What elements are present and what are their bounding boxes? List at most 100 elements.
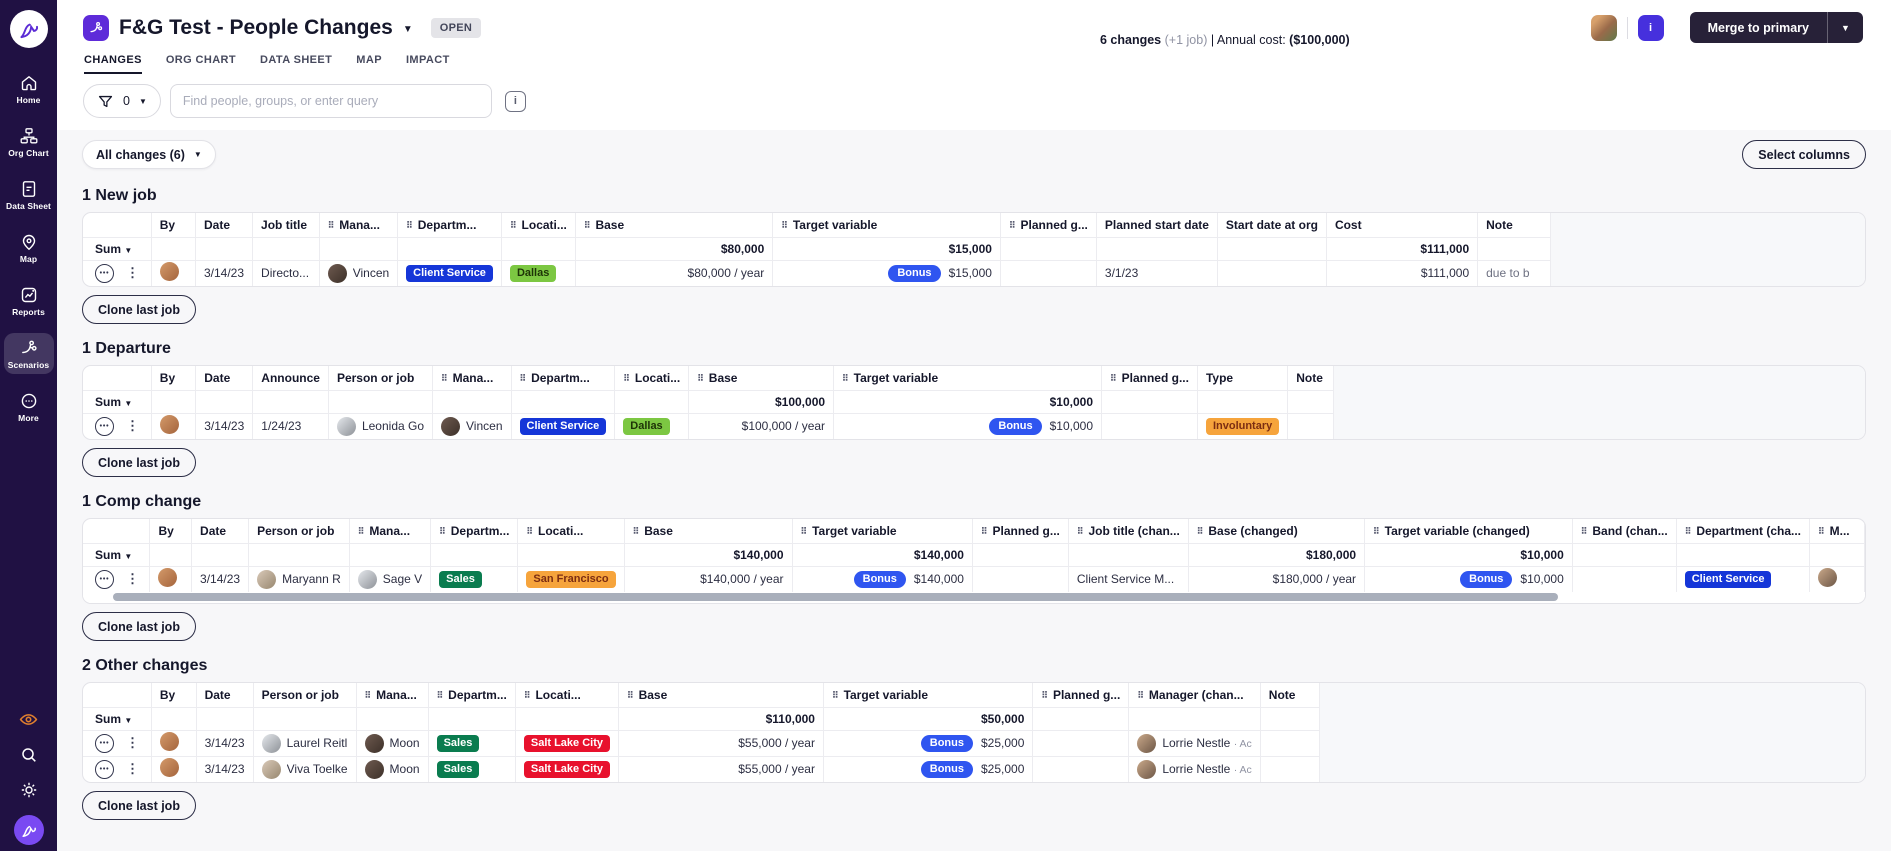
column-date[interactable]: Date [195, 213, 252, 237]
column-person[interactable]: Person or job [328, 366, 432, 390]
drag-handle-icon[interactable]: ⠿ [1009, 220, 1016, 230]
kebab-menu-icon[interactable]: ⋮ [126, 418, 139, 434]
cell-by[interactable] [151, 260, 195, 286]
tab-data-sheet[interactable]: DATA SHEET [260, 54, 332, 74]
column-by[interactable]: By [151, 366, 195, 390]
drag-handle-icon[interactable]: ⠿ [981, 526, 988, 536]
cell-manager[interactable]: Vincen [319, 260, 397, 286]
cell-by[interactable] [151, 413, 195, 439]
view-eye-icon[interactable] [18, 709, 39, 730]
drag-handle-icon[interactable]: ⠿ [510, 220, 517, 230]
column-base[interactable]: ⠿Base [619, 683, 824, 707]
sum-toggle[interactable]: Sum ▼ [83, 390, 151, 413]
select-columns-button[interactable]: Select columns [1742, 140, 1866, 169]
comment-icon[interactable]: ••• [95, 734, 114, 753]
sidebar-item-map[interactable]: Map [4, 227, 54, 268]
cell-manager[interactable]: Moon [356, 730, 428, 756]
column-note[interactable]: Note [1478, 213, 1550, 237]
cell-base[interactable]: $140,000 / year [624, 566, 792, 592]
cell-job-title-changed[interactable]: Client Service M... [1068, 566, 1188, 592]
sidebar-item-reports[interactable]: Reports [4, 280, 54, 321]
drag-handle-icon[interactable]: ⠿ [1581, 526, 1588, 536]
clone-last-job-button[interactable]: Clone last job [82, 791, 196, 820]
column-person[interactable]: Person or job [253, 683, 356, 707]
cell-manager-changed[interactable]: Lorrie Nestle · Ac [1129, 756, 1260, 782]
cell-job-title[interactable]: Directo... [253, 260, 320, 286]
sidebar-item-more[interactable]: More [4, 386, 54, 427]
drag-handle-icon[interactable]: ⠿ [1197, 526, 1204, 536]
cell-person[interactable]: Maryann R [249, 566, 350, 592]
drag-handle-icon[interactable]: ⠿ [328, 220, 335, 230]
cell-date[interactable]: 3/14/23 [196, 413, 253, 439]
cell-person[interactable]: Laurel Reitl [253, 730, 356, 756]
tab-org-chart[interactable]: ORG CHART [166, 54, 236, 74]
column-department[interactable]: ⠿Departm... [428, 683, 515, 707]
drag-handle-icon[interactable]: ⠿ [526, 526, 533, 536]
title-caret-icon[interactable]: ▼ [403, 24, 413, 35]
column-job-title[interactable]: Job title [253, 213, 320, 237]
drag-handle-icon[interactable]: ⠿ [1818, 526, 1825, 536]
cell-planned-g[interactable] [1033, 756, 1129, 782]
column-location[interactable]: ⠿Locati... [518, 519, 624, 543]
cell-note[interactable] [1260, 730, 1320, 756]
comment-icon[interactable]: ••• [95, 760, 114, 779]
cell-manager-changed[interactable] [1810, 566, 1865, 592]
drag-handle-icon[interactable]: ⠿ [1137, 690, 1144, 700]
comment-icon[interactable]: ••• [95, 264, 114, 283]
cell-person[interactable]: Viva Toelke [253, 756, 356, 782]
column-department[interactable]: ⠿Departm... [431, 519, 518, 543]
cell-planned-g[interactable] [1000, 260, 1096, 286]
drag-handle-icon[interactable]: ⠿ [524, 690, 531, 700]
cell-base[interactable]: $55,000 / year [619, 756, 824, 782]
info-icon[interactable]: i [505, 91, 526, 112]
column-manager-changed[interactable]: ⠿M... [1810, 519, 1865, 543]
sidebar-item-home[interactable]: Home [4, 68, 54, 109]
drag-handle-icon[interactable]: ⠿ [1041, 690, 1048, 700]
cell-department[interactable]: Client Service [511, 413, 615, 439]
column-manager[interactable]: ⠿Mana... [319, 213, 397, 237]
cell-manager-changed[interactable]: Lorrie Nestle · Ac [1129, 730, 1260, 756]
column-location[interactable]: ⠿Locati... [501, 213, 575, 237]
cell-target-variable[interactable]: Bonus$25,000 [823, 756, 1032, 782]
drag-handle-icon[interactable]: ⠿ [627, 690, 634, 700]
horizontal-scrollbar[interactable] [83, 592, 1865, 603]
drag-handle-icon[interactable]: ⠿ [1077, 526, 1084, 536]
clone-last-job-button[interactable]: Clone last job [82, 612, 196, 641]
kebab-menu-icon[interactable]: ⋮ [126, 761, 139, 777]
column-by[interactable]: By [151, 683, 196, 707]
cell-type[interactable]: Involuntary [1197, 413, 1287, 439]
kebab-menu-icon[interactable]: ⋮ [126, 571, 139, 587]
column-department[interactable]: ⠿Departm... [398, 213, 502, 237]
drag-handle-icon[interactable]: ⠿ [842, 373, 849, 383]
sum-toggle[interactable]: Sum ▼ [83, 543, 150, 566]
cell-note[interactable]: due to b [1478, 260, 1550, 286]
tab-map[interactable]: MAP [356, 54, 382, 74]
column-base-changed[interactable]: ⠿Base (changed) [1188, 519, 1364, 543]
drag-handle-icon[interactable]: ⠿ [1110, 373, 1117, 383]
column-department-changed[interactable]: ⠿Department (cha... [1676, 519, 1809, 543]
drag-handle-icon[interactable]: ⠿ [801, 526, 808, 536]
column-type[interactable]: Type [1197, 366, 1287, 390]
drag-handle-icon[interactable]: ⠿ [520, 373, 527, 383]
cell-by[interactable] [151, 756, 196, 782]
cell-location[interactable]: San Francisco [518, 566, 624, 592]
collaborator-badge[interactable]: i [1638, 15, 1664, 41]
column-planned-g[interactable]: ⠿Planned g... [1102, 366, 1198, 390]
cell-band-changed[interactable] [1572, 566, 1676, 592]
column-manager[interactable]: ⠿Mana... [356, 683, 428, 707]
drag-handle-icon[interactable]: ⠿ [358, 526, 365, 536]
comment-icon[interactable]: ••• [95, 570, 114, 589]
cell-target-variable[interactable]: Bonus$10,000 [834, 413, 1102, 439]
cell-base[interactable]: $80,000 / year [575, 260, 772, 286]
column-date[interactable]: Date [196, 366, 253, 390]
cell-target-variable-changed[interactable]: Bonus$10,000 [1365, 566, 1573, 592]
comment-icon[interactable]: ••• [95, 417, 114, 436]
column-manager[interactable]: ⠿Mana... [349, 519, 430, 543]
all-changes-filter[interactable]: All changes (6) ▼ [82, 140, 216, 169]
drag-handle-icon[interactable]: ⠿ [1373, 526, 1380, 536]
column-target-variable-changed[interactable]: ⠿Target variable (changed) [1365, 519, 1573, 543]
drag-handle-icon[interactable]: ⠿ [439, 526, 446, 536]
merge-caret-icon[interactable]: ▼ [1827, 12, 1863, 43]
cell-planned-g[interactable] [1033, 730, 1129, 756]
cell-location[interactable]: Salt Lake City [515, 730, 618, 756]
